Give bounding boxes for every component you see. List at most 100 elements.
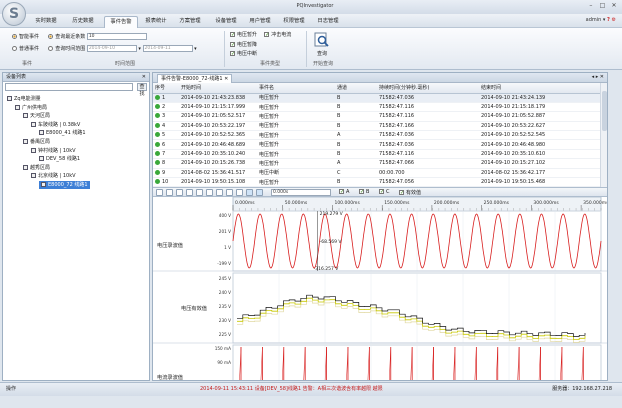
tree-node[interactable]: 番禺区局 bbox=[23, 138, 50, 146]
column-header-channel[interactable]: 通道 bbox=[335, 83, 377, 94]
time-offset-input[interactable]: 0.000s bbox=[271, 189, 331, 196]
smart-event-radio[interactable] bbox=[12, 34, 17, 39]
voltage-interrupt-checkbox[interactable]: ✓ bbox=[230, 51, 235, 57]
tab-realtime-data[interactable]: 实时数据 bbox=[32, 16, 60, 28]
settings-gear-icon[interactable]: ⚙ bbox=[612, 17, 616, 23]
calendar-icon[interactable]: ▾ bbox=[138, 46, 141, 52]
tree-node[interactable]: 天河区局 bbox=[23, 112, 50, 120]
phase-a-checkbox[interactable]: ✓ bbox=[339, 189, 344, 195]
tree-node[interactable]: 车陂线路 | 0.38kV bbox=[31, 121, 80, 129]
tree-node[interactable]: E8000_72 线路1 bbox=[39, 181, 90, 189]
column-header-event-name[interactable]: 事件名 bbox=[257, 83, 335, 94]
table-row[interactable]: 8 2014-09-10 20:15:26.738 电压暂升 A 71582:47.06… bbox=[153, 158, 602, 169]
app-logo-icon[interactable]: S bbox=[2, 2, 26, 26]
voltage-sag-checkbox[interactable]: ✓ bbox=[230, 32, 235, 38]
export-icon[interactable] bbox=[226, 189, 233, 196]
table-row[interactable]: 10 2014-09-10 19:50:15.108 电压暂升 B 71582:47.0… bbox=[153, 177, 602, 187]
rms-checkbox[interactable]: ✓ bbox=[399, 190, 404, 196]
table-row[interactable]: 1 2014-09-10 21:43:23.838 电压暂升 B 71582:47.03… bbox=[153, 93, 602, 103]
device-search-input[interactable] bbox=[5, 83, 133, 91]
print-icon[interactable] bbox=[236, 189, 243, 196]
tree-node[interactable]: DEV_58 线路1 bbox=[39, 155, 80, 163]
table-row[interactable]: 7 2014-09-10 20:35:10.240 电压暂升 B 71582:47.11… bbox=[153, 149, 602, 160]
tab-event-alarm[interactable]: 事件告警 bbox=[104, 16, 138, 28]
document-tab[interactable]: 事件告警-E8000_72-线路1 ✕ bbox=[157, 74, 233, 83]
voltage-dip-checkbox[interactable]: ✓ bbox=[230, 42, 235, 48]
table-cell: 电压暂升 bbox=[257, 111, 335, 122]
username[interactable]: admin bbox=[586, 17, 602, 23]
query-button[interactable]: 查询 bbox=[313, 32, 331, 58]
status-bar: 操作 2014-09-11 15:43:11 设备[DEV_58]线路1 告警：… bbox=[0, 382, 622, 396]
inrush-current-label: 冲击电流 bbox=[271, 32, 292, 38]
inrush-current-checkbox[interactable]: ✓ bbox=[264, 32, 269, 38]
column-header-index[interactable]: 序号 bbox=[153, 83, 179, 94]
column-header-duration[interactable]: 持续时间(分钟秒.毫秒) bbox=[377, 83, 479, 94]
select-icon[interactable] bbox=[156, 189, 163, 196]
query-time-range-radio[interactable] bbox=[48, 46, 54, 51]
table-cell: 电压暂升 bbox=[257, 139, 335, 150]
cell-text: A bbox=[337, 132, 341, 139]
tab-user-management[interactable]: 用户管理 bbox=[244, 16, 276, 28]
table-cell: 71582:47.116 bbox=[377, 149, 479, 160]
tab-device-management[interactable]: 设备管理 bbox=[210, 16, 242, 28]
find-button[interactable]: 查找 bbox=[137, 83, 147, 97]
phase-b-checkbox[interactable]: ✓ bbox=[359, 189, 364, 195]
close-icon[interactable]: ✕ bbox=[142, 73, 146, 82]
zoom-in-icon[interactable] bbox=[166, 189, 173, 196]
tab-history-data[interactable]: 历史数据 bbox=[68, 16, 98, 28]
pan-icon[interactable] bbox=[186, 189, 193, 196]
tree-node[interactable]: E8000_41 线路1 bbox=[39, 129, 86, 137]
axis-label: 201 V bbox=[219, 229, 231, 234]
cell-text: 2014-09-10 20:35:10.240 bbox=[181, 151, 246, 158]
tree-node[interactable]: 越秀区局 bbox=[23, 164, 50, 172]
layout-icon[interactable] bbox=[256, 189, 263, 196]
close-icon[interactable]: ✕ bbox=[224, 76, 228, 82]
table-row[interactable]: 9 2014-08-02 15:36:41.517 电压中断 C 00:00.700 20… bbox=[153, 168, 602, 179]
grid-icon[interactable] bbox=[246, 189, 253, 196]
help-icon[interactable]: ? bbox=[607, 17, 610, 23]
measure-icon[interactable] bbox=[196, 189, 203, 196]
date-from-input[interactable]: 2014-09-10 bbox=[86, 45, 137, 52]
tree-node[interactable]: 北京线路 | 10kV bbox=[31, 172, 76, 180]
table-cell: 2014-09-10 20:46:48.689 bbox=[179, 139, 257, 150]
zoom-out-icon[interactable] bbox=[176, 189, 183, 196]
tree-node[interactable]: 广州供电局 bbox=[15, 104, 47, 112]
calendar-icon[interactable]: ▾ bbox=[194, 46, 197, 52]
table-row[interactable]: 3 2014-09-10 21:05:52.517 电压暂升 B 71582:47.11… bbox=[153, 111, 602, 122]
tab-nav-controls[interactable]: ◂ ▸ ✕ bbox=[592, 74, 604, 80]
date-to-input[interactable]: 2014-09-11 bbox=[142, 45, 193, 52]
waveform-chart[interactable]: 0.000ms 50.000ms 100.000ms 150.000ms 200.000… bbox=[153, 197, 608, 381]
table-row[interactable]: 5 2014-09-10 20:52:52.365 电压暂升 A 71582:47.03… bbox=[153, 130, 602, 141]
query-recent-count-radio[interactable] bbox=[48, 34, 54, 39]
maximize-button[interactable]: □ bbox=[598, 2, 606, 10]
table-row[interactable]: 2 2014-09-10 21:15:17.999 电压暂升 B 71582:47.11… bbox=[153, 102, 602, 113]
table-cell: 电压暂升 bbox=[257, 121, 335, 132]
status-ok-icon bbox=[155, 151, 160, 157]
minimize-button[interactable]: – bbox=[587, 2, 595, 10]
close-button[interactable]: ✕ bbox=[610, 2, 618, 10]
table-row[interactable]: 6 2014-09-10 20:46:48.689 电压暂升 B 71582:47.03… bbox=[153, 139, 602, 150]
reset-icon[interactable] bbox=[216, 189, 223, 196]
tab-log-management[interactable]: 日志管理 bbox=[312, 16, 344, 28]
column-header-end-time[interactable]: 结束时间 bbox=[479, 83, 602, 94]
tree-node[interactable]: Zq电能测量 bbox=[7, 95, 41, 103]
ordinary-event-radio[interactable] bbox=[12, 46, 17, 51]
table-cell: 2014-09-10 20:35:10.240 bbox=[179, 149, 257, 160]
tree-node-label: 广州供电局 bbox=[22, 104, 48, 111]
chevron-down-icon[interactable]: ▾ bbox=[603, 17, 606, 23]
table-scrollbar[interactable] bbox=[600, 83, 607, 187]
tree-node-label: 越秀区局 bbox=[30, 164, 51, 171]
phase-c-checkbox[interactable]: ✓ bbox=[379, 189, 384, 195]
tab-report-statistics[interactable]: 报表统计 bbox=[140, 16, 172, 28]
table-cell: 2014-09-10 20:52:52.545 bbox=[479, 130, 602, 141]
recent-count-input[interactable]: 10 bbox=[86, 33, 147, 40]
tree-node[interactable]: 钟村线路 | 10kV bbox=[31, 147, 76, 155]
column-header-start-time[interactable]: 开始时间 bbox=[179, 83, 257, 94]
cursor-icon[interactable] bbox=[206, 189, 213, 196]
cell-text: B bbox=[337, 94, 341, 101]
tab-permission-management[interactable]: 权限管理 bbox=[278, 16, 310, 28]
table-row[interactable]: 4 2014-09-10 20:53:22.197 电压暂升 B 71582:47.16… bbox=[153, 121, 602, 132]
tab-scheme-management[interactable]: 方案管理 bbox=[174, 16, 206, 28]
tree-node-label: E8000_72 线路1 bbox=[48, 182, 88, 188]
scrollbar-thumb[interactable] bbox=[602, 91, 607, 131]
